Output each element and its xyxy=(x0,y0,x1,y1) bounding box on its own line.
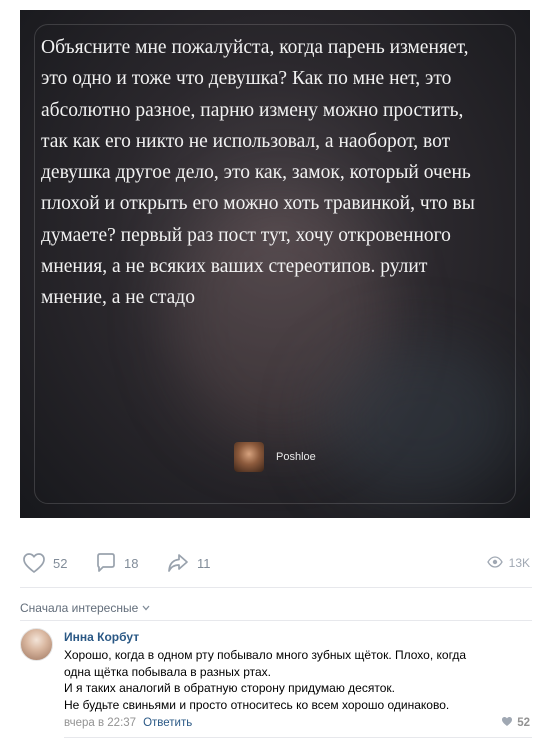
post-author-name: Poshloe xyxy=(276,451,316,463)
post-text-line: так как его никто не использовал, а наоб… xyxy=(41,130,451,152)
post-text-line: это одно и тоже что девушка? Как по мне … xyxy=(41,68,452,90)
eye-icon xyxy=(486,555,503,571)
post-text-line: думаете? первый раз пост тут, хочу откро… xyxy=(41,224,451,246)
divider xyxy=(20,620,532,621)
comment-text-line: одна щётка побывала в разных ртах. xyxy=(64,664,271,679)
heart-icon xyxy=(22,552,46,574)
heart-icon xyxy=(501,716,513,730)
divider xyxy=(20,587,532,588)
share-count: 11 xyxy=(197,555,211,571)
comment-timestamp[interactable]: вчера в 22:37 xyxy=(64,717,136,729)
share-button[interactable]: 11 xyxy=(166,545,211,581)
post-text-line: Объясните мне пожалуйста, когда парень и… xyxy=(41,37,469,58)
comment-icon xyxy=(95,552,117,574)
post-author-chip[interactable]: Poshloe xyxy=(234,442,316,472)
divider xyxy=(64,737,532,738)
views-count: 13K xyxy=(508,556,530,570)
post-text-line: абсолютно разное, парню измену можно про… xyxy=(41,99,464,121)
comment-like-button[interactable]: 52 xyxy=(501,716,530,730)
like-button[interactable]: 52 xyxy=(22,545,67,581)
comment-sort-label: Сначала интересные xyxy=(20,601,139,615)
comment-meta: вчера в 22:37 Ответить xyxy=(64,717,192,729)
post-text-line: девушка другое дело, это как, замок, кот… xyxy=(41,162,471,184)
comment-count: 18 xyxy=(124,555,139,571)
post-text-line: плохой и открыть его можно хоть травинко… xyxy=(41,193,475,215)
author-avatar xyxy=(234,442,264,472)
chevron-down-icon xyxy=(142,603,150,613)
comment-button[interactable]: 18 xyxy=(95,545,138,581)
post-text: Объясните мне пожалуйста, когда парень и… xyxy=(41,32,503,314)
share-icon xyxy=(166,552,190,574)
post-actions-bar: 52 18 11 13K xyxy=(0,545,552,581)
comment-text-line: Хорошо, когда в одном рту побывало много… xyxy=(64,648,467,662)
views-counter: 13K xyxy=(486,545,530,581)
comment-author[interactable]: Инна Корбут xyxy=(64,630,139,644)
like-count: 52 xyxy=(53,555,68,571)
comment-like-count: 52 xyxy=(517,717,530,729)
comment-text-line: Не будьте свиньями и просто относитесь к… xyxy=(64,697,450,712)
comment-sort-dropdown[interactable]: Сначала интересные xyxy=(20,601,150,615)
comment-item: Инна Корбут Хорошо, когда в одном рту по… xyxy=(20,628,532,738)
comment-text-line: И я таких аналогий в обратную сторону пр… xyxy=(64,681,395,695)
avatar[interactable] xyxy=(20,628,53,661)
post-image-card[interactable]: Объясните мне пожалуйста, когда парень и… xyxy=(20,10,530,518)
comment-text: Хорошо, когда в одном рту побывало много… xyxy=(64,647,526,713)
post-text-line: мнения, а не всяких ваших стереотипов. р… xyxy=(41,256,428,278)
post-text-line: мнение, а не стадо xyxy=(41,287,195,309)
reply-button[interactable]: Ответить xyxy=(143,717,192,729)
